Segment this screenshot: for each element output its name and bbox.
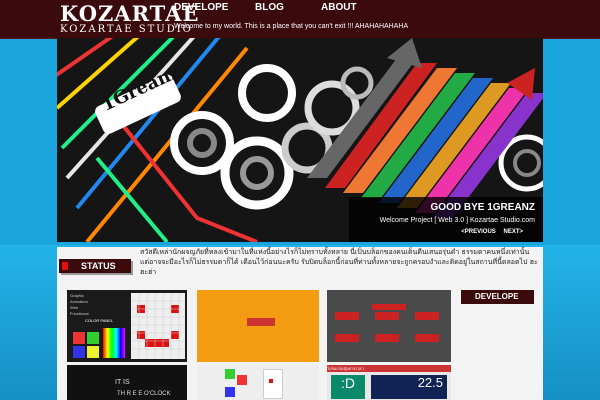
banner-caption: GOOD BYE 1GREANZ Welcome Project [ Web 3… xyxy=(349,197,543,242)
nav-develope[interactable]: DEVELOPE xyxy=(174,2,228,13)
timer-title: โปรแกรมสุ่มจารเวลา xyxy=(327,365,451,372)
tagline: Welcome to my world. This is a place tha… xyxy=(174,23,409,30)
project-thumb-timer[interactable]: โปรแกรมสุ่มจารเวลา :D 22.5 xyxy=(327,365,451,400)
project-thumb-buttons[interactable] xyxy=(327,290,451,362)
main-content: STATUS สวัสดีเหล่านักผจญภัยที่หลงเข้ามาใ… xyxy=(57,247,543,400)
timer-value: 22.5 xyxy=(371,375,447,399)
develope-heading: DEVELOPE xyxy=(461,290,534,304)
heading-marker-icon xyxy=(62,262,68,270)
next-link[interactable]: NEXT> xyxy=(503,229,523,235)
smiley-grid xyxy=(131,293,185,359)
project-thumb-color-panel[interactable]: Graphic Animation Web Functional COLOR P… xyxy=(67,290,187,362)
thumb-menu-item: Functional xyxy=(70,311,89,316)
status-text: สวัสดีเหล่านักผจญภัยที่หลงเข้ามาในที่แห่… xyxy=(140,248,538,276)
nav-blog[interactable]: BLOG xyxy=(255,2,284,13)
site-header: KOZARTAE KOZARTAE STUDIO DEVELOPE BLOG A… xyxy=(0,0,600,39)
project-thumb-orange[interactable] xyxy=(197,290,319,362)
project-thumb-blocks[interactable] xyxy=(197,365,319,400)
project-thumb-clock[interactable]: IT IS TH R E E O'CLOCK xyxy=(67,365,187,400)
nav-about[interactable]: ABOUT xyxy=(321,2,357,13)
clock-line-2: TH R E E O'CLOCK xyxy=(117,391,171,397)
status-heading: STATUS xyxy=(59,259,131,273)
clock-line-1: IT IS xyxy=(115,379,130,386)
caption-subtitle: Welcome Project [ Web 3.0 ] Kozartae Stu… xyxy=(379,217,535,224)
caption-title: GOOD BYE 1GREANZ xyxy=(430,202,535,213)
develope-title: DEVELOPE xyxy=(475,292,519,301)
slider-nav: <PREVIOUS NEXT> xyxy=(461,229,523,235)
previous-link[interactable]: <PREVIOUS xyxy=(461,229,496,235)
status-title: STATUS xyxy=(81,261,116,271)
thumb-panel-label: COLOR PANEL xyxy=(85,318,114,323)
